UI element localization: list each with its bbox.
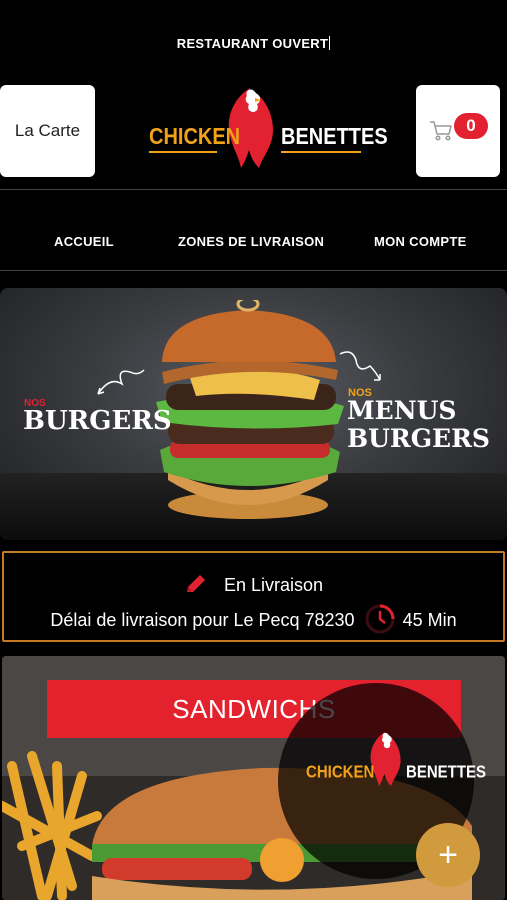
- hero-right-title-line2: BURGERS: [347, 424, 490, 453]
- logo-text-benettes: BENETTES: [281, 124, 388, 150]
- nav-item-mon-compte[interactable]: MON COMPTE: [374, 234, 467, 249]
- delivery-info-box[interactable]: En Livraison Délai de livraison pour Le …: [2, 551, 505, 642]
- hero-banner[interactable]: NOS BURGERS NOS MENUS BURGERS: [0, 288, 507, 540]
- logo-underline-left: [149, 151, 217, 153]
- floating-logo-text-chicken: CHICKEN: [306, 762, 375, 783]
- hero-left-title: BURGERS: [23, 406, 172, 436]
- la-carte-button[interactable]: La Carte: [0, 85, 95, 177]
- la-carte-label: La Carte: [14, 121, 81, 140]
- divider: [0, 189, 507, 190]
- clock-icon: [365, 604, 395, 634]
- delivery-delay-row: Délai de livraison pour Le Pecq 78230 45…: [4, 603, 503, 635]
- status-text: RESTAURANT OUVERT: [176, 36, 329, 51]
- floating-add-button[interactable]: +: [416, 823, 480, 887]
- arrow-doodle-left: [97, 369, 145, 395]
- hero-right-title-line1: MENUS: [347, 396, 457, 425]
- arrow-doodle-right: [339, 351, 381, 381]
- nav-item-accueil[interactable]: ACCUEIL: [54, 234, 114, 249]
- cart-count-badge: 0: [454, 113, 488, 139]
- floating-logo-text-benettes: BENETTES: [406, 762, 487, 783]
- logo-underline-right: [281, 151, 361, 153]
- burger-illustration: [156, 300, 344, 519]
- logo[interactable]: CHICKEN BENETTES: [147, 84, 388, 174]
- floating-logo: CHICKEN BENETTES: [306, 728, 486, 798]
- delivery-mode-text: En Livraison: [223, 575, 324, 595]
- cart-icon: [430, 121, 452, 141]
- cart-button[interactable]: 0: [416, 85, 500, 177]
- nav-item-zones-de-livraison[interactable]: ZONES DE LIVRAISON: [178, 234, 324, 249]
- restaurant-status: RESTAURANT OUVERT: [0, 36, 507, 51]
- logo-text-chicken: CHICKEN: [149, 124, 241, 150]
- delivery-delay-value: 45 Min: [402, 610, 457, 630]
- text-caret: [329, 36, 331, 50]
- divider: [0, 270, 507, 271]
- pencil-icon: [186, 575, 205, 592]
- plus-icon: +: [438, 835, 458, 874]
- delivery-mode-row: En Livraison: [4, 573, 503, 596]
- delivery-delay-text: Délai de livraison pour Le Pecq 78230: [50, 610, 355, 630]
